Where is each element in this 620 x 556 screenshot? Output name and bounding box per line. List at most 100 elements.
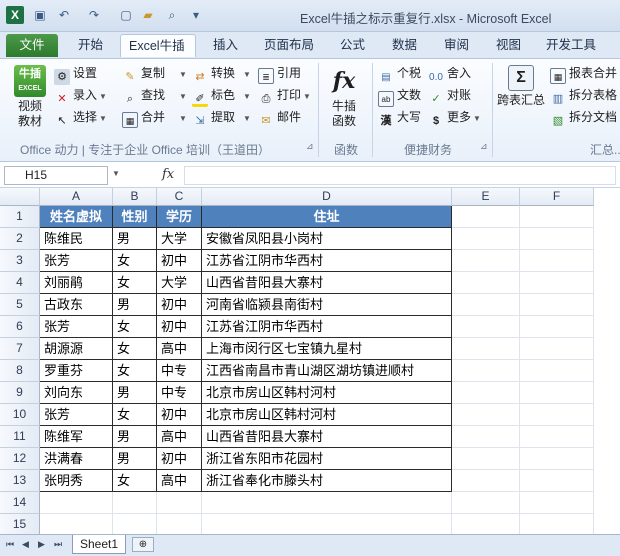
- table-cell[interactable]: 女: [113, 316, 157, 338]
- insert-sheet-icon[interactable]: ⊕: [132, 537, 154, 552]
- empty-cell[interactable]: [452, 228, 520, 250]
- mail-button[interactable]: ✉ 邮件: [258, 107, 301, 127]
- tab-insert[interactable]: 插入: [205, 34, 246, 57]
- last-sheet-icon[interactable]: ⏭: [54, 539, 62, 550]
- sheet-tab-sheet1[interactable]: Sheet1: [72, 535, 126, 554]
- row-header-1[interactable]: 1: [0, 206, 40, 228]
- table-cell[interactable]: 上海市闵行区七宝镇九星村: [202, 338, 452, 360]
- column-header-d[interactable]: D: [202, 188, 452, 206]
- round-button[interactable]: 0.0 舍入: [428, 63, 471, 83]
- table-cell[interactable]: 高中: [157, 426, 202, 448]
- empty-cell[interactable]: [452, 338, 520, 360]
- convert-button[interactable]: ⇄ 转换 ▼: [192, 63, 251, 83]
- tab-page-layout[interactable]: 页面布局: [256, 34, 322, 57]
- table-cell[interactable]: 北京市房山区韩村河村: [202, 404, 452, 426]
- settings-button[interactable]: ⚙ 设置: [54, 63, 97, 85]
- row-header-4[interactable]: 4: [0, 272, 40, 294]
- new-file-icon[interactable]: ▢: [118, 7, 134, 23]
- table-cell[interactable]: 初中: [157, 404, 202, 426]
- column-header-e[interactable]: E: [452, 188, 520, 206]
- table-cell[interactable]: 高中: [157, 338, 202, 360]
- row-header-14[interactable]: 14: [0, 492, 40, 514]
- row-header-10[interactable]: 10: [0, 404, 40, 426]
- table-cell[interactable]: 大学: [157, 272, 202, 294]
- empty-cell[interactable]: [452, 382, 520, 404]
- empty-cell[interactable]: [520, 250, 594, 272]
- tax-button[interactable]: ▤ 个税: [378, 63, 421, 83]
- empty-cell[interactable]: [452, 404, 520, 426]
- table-cell[interactable]: 初中: [157, 448, 202, 470]
- split-table-button[interactable]: ▥ 拆分表格: [550, 85, 617, 105]
- empty-cell[interactable]: [452, 272, 520, 294]
- empty-cell[interactable]: [520, 228, 594, 250]
- row-header-12[interactable]: 12: [0, 448, 40, 470]
- first-sheet-icon[interactable]: ⏮: [6, 539, 14, 550]
- column-header-a[interactable]: A: [40, 188, 113, 206]
- spreadsheet-grid[interactable]: A B C D E F 1 姓名虚拟 性别 学历 住址 2 陈维民男大学 安徽省凤阳县小岗村 3 张芳女初中江…: [0, 188, 620, 536]
- row-header-9[interactable]: 9: [0, 382, 40, 404]
- formula-input[interactable]: [184, 166, 616, 185]
- print-button[interactable]: ⎙ 打印 ▼: [258, 85, 311, 105]
- row-header-13[interactable]: 13: [0, 470, 40, 492]
- row-header-3[interactable]: 3: [0, 250, 40, 272]
- table-cell[interactable]: 陈维军: [40, 426, 113, 448]
- table-cell[interactable]: 女: [113, 338, 157, 360]
- print-preview-icon[interactable]: ⌕: [164, 7, 180, 23]
- table-cell[interactable]: 山西省昔阳县大寨村: [202, 426, 452, 448]
- table-header-cell[interactable]: 姓名虚拟: [40, 206, 113, 228]
- empty-cell[interactable]: [452, 250, 520, 272]
- table-cell[interactable]: 刘向东: [40, 382, 113, 404]
- empty-cell[interactable]: [520, 316, 594, 338]
- table-cell[interactable]: 北京市房山区韩村河村: [202, 382, 452, 404]
- empty-cell[interactable]: [452, 294, 520, 316]
- empty-cell[interactable]: [452, 470, 520, 492]
- redo-icon[interactable]: ↷: [86, 7, 102, 23]
- empty-cell[interactable]: [157, 514, 202, 536]
- empty-cell[interactable]: [520, 382, 594, 404]
- insert-function-icon[interactable]: fx: [162, 167, 174, 182]
- column-header-f[interactable]: F: [520, 188, 594, 206]
- row-header-15[interactable]: 15: [0, 514, 40, 536]
- table-cell[interactable]: 男: [113, 426, 157, 448]
- row-header-2[interactable]: 2: [0, 228, 40, 250]
- empty-cell[interactable]: [520, 448, 594, 470]
- tab-home[interactable]: 开始: [70, 34, 111, 57]
- reconcile-button[interactable]: ✓ 对账: [428, 85, 471, 105]
- next-sheet-icon[interactable]: ▶: [38, 539, 45, 550]
- empty-cell[interactable]: [520, 426, 594, 448]
- empty-cell[interactable]: [520, 404, 594, 426]
- row-header-6[interactable]: 6: [0, 316, 40, 338]
- table-cell[interactable]: 男: [113, 448, 157, 470]
- empty-cell[interactable]: [202, 514, 452, 536]
- tab-developer[interactable]: 开发工具: [538, 34, 604, 57]
- table-cell[interactable]: 张明秀: [40, 470, 113, 492]
- previous-sheet-icon[interactable]: ◀: [22, 539, 29, 550]
- empty-cell[interactable]: [40, 514, 113, 536]
- empty-cell[interactable]: [520, 272, 594, 294]
- table-cell[interactable]: 江西省南昌市青山湖区湖坊镇进顺村: [202, 360, 452, 382]
- row-header-7[interactable]: 7: [0, 338, 40, 360]
- save-icon[interactable]: ▣: [32, 7, 48, 23]
- name-box[interactable]: H15: [4, 166, 108, 185]
- copy-button[interactable]: ✎ 复制 ▼: [122, 63, 187, 83]
- table-cell[interactable]: 初中: [157, 294, 202, 316]
- mark-color-button[interactable]: ✐ 标色 ▼: [192, 85, 251, 107]
- table-cell[interactable]: 山西省昔阳县大寨村: [202, 272, 452, 294]
- table-cell[interactable]: 浙江省奉化市滕头村: [202, 470, 452, 492]
- table-cell[interactable]: 安徽省凤阳县小岗村: [202, 228, 452, 250]
- table-cell[interactable]: 男: [113, 382, 157, 404]
- table-cell[interactable]: 浙江省东阳市花园村: [202, 448, 452, 470]
- table-cell[interactable]: 男: [113, 228, 157, 250]
- row-header-5[interactable]: 5: [0, 294, 40, 316]
- table-cell[interactable]: 江苏省江阴市华西村: [202, 250, 452, 272]
- empty-cell[interactable]: [157, 492, 202, 514]
- table-cell[interactable]: 江苏省江阴市华西村: [202, 316, 452, 338]
- tab-view[interactable]: 视图: [488, 34, 529, 57]
- table-header-cell[interactable]: 学历: [157, 206, 202, 228]
- extract-button[interactable]: ⇲ 提取 ▼: [192, 107, 251, 127]
- table-cell[interactable]: 中专: [157, 382, 202, 404]
- column-header-c[interactable]: C: [157, 188, 202, 206]
- empty-cell[interactable]: [452, 360, 520, 382]
- table-cell[interactable]: 女: [113, 470, 157, 492]
- empty-cell[interactable]: [452, 426, 520, 448]
